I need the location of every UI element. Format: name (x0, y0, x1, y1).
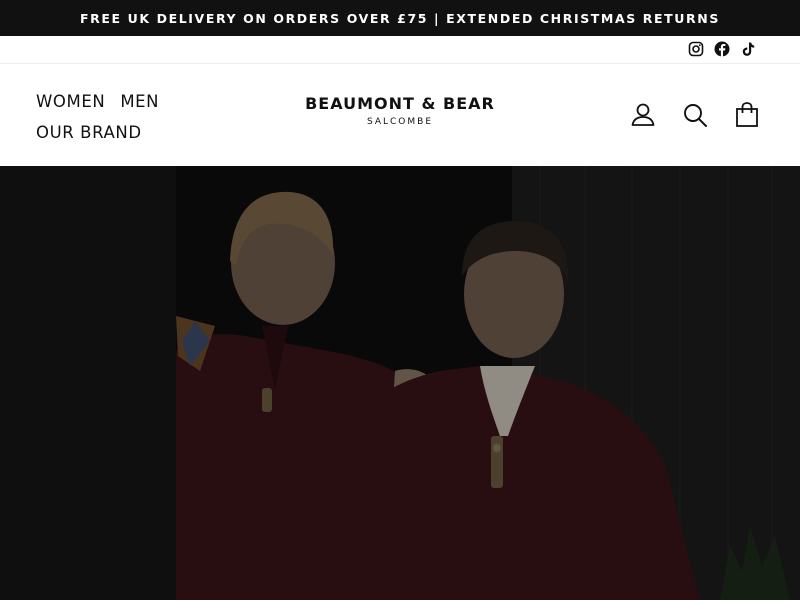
tiktok-icon[interactable] (740, 41, 756, 57)
brand-location: SALCOMBE (366, 117, 434, 127)
instagram-icon[interactable] (688, 41, 704, 57)
search-icon[interactable] (682, 101, 708, 129)
cart-icon[interactable] (734, 101, 760, 129)
main-nav: WOMEN MEN OUR BRAND (36, 86, 159, 148)
header-actions (630, 101, 760, 129)
nav-item-our-brand[interactable]: OUR BRAND (36, 123, 142, 142)
account-icon[interactable] (630, 101, 656, 129)
announcement-bar: FREE UK DELIVERY ON ORDERS OVER £75 | EX… (0, 0, 800, 36)
hero-banner[interactable] (0, 166, 800, 600)
social-bar (0, 36, 800, 64)
facebook-icon[interactable] (714, 41, 730, 57)
nav-item-men[interactable]: MEN (120, 92, 159, 111)
brand-logo[interactable]: BEAUMONT & BEAR SALCOMBE (300, 94, 500, 127)
announcement-text: FREE UK DELIVERY ON ORDERS OVER £75 | EX… (80, 10, 720, 26)
brand-name: BEAUMONT & BEAR (305, 94, 495, 113)
social-links (688, 41, 756, 57)
site-header: WOMEN MEN OUR BRAND BEAUMONT & BEAR SALC… (0, 64, 800, 166)
hero-image (0, 166, 800, 600)
nav-item-women[interactable]: WOMEN (36, 92, 105, 111)
